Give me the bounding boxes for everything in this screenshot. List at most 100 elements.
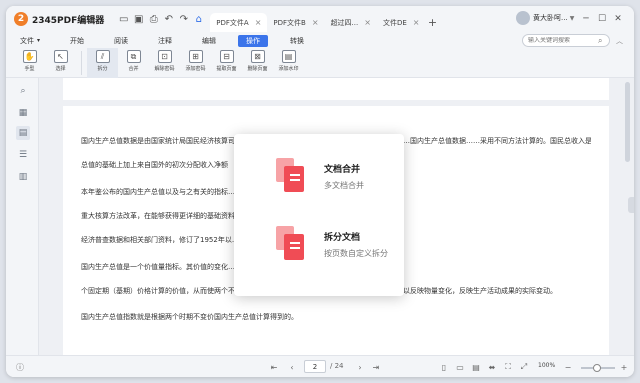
remove-password-button[interactable]: ⊡ 解除密码 [149,48,180,72]
tab-label: PDF文件B [273,18,306,27]
menu-operate[interactable]: 操作 [238,34,269,47]
fullscreen-icon[interactable]: ⤢ [518,361,530,373]
zoom-slider-thumb[interactable] [593,364,601,372]
close-icon[interactable]: × [312,18,319,27]
add-tab-icon[interactable]: + [425,13,439,32]
tool-label: 添加密码 [185,66,206,72]
page-total: / 24 [330,362,344,370]
next-page-icon[interactable]: › [354,361,366,373]
menu-file[interactable]: 文件 ▾ [12,35,48,47]
split-merge-popup: 文档合并 多文档合并 拆分文档 按页数自定义拆分 [234,134,404,296]
zoom-value[interactable]: 100% [538,362,555,369]
add-watermark-button[interactable]: ▤ 添加水印 [273,48,304,72]
fit-width-icon[interactable]: ⬌ [486,361,498,373]
option-subtitle: 多文档合并 [324,180,364,190]
menu-file-label: 文件 [20,36,34,45]
search-input[interactable] [528,37,598,44]
tool-label: 删除页面 [247,66,268,72]
menu-convert[interactable]: 转换 [282,35,312,47]
tool-label: 解除密码 [154,66,175,72]
tab-pdf-b[interactable]: PDF文件B × [267,13,324,32]
single-page-icon[interactable]: ▯ [438,361,450,373]
title-bar: 2 2345PDF编辑器 ▭ ▣ ⎙ ↶ ↷ ⌂ PDF文件A × PDF文件B… [6,6,634,32]
tab-pdf-a[interactable]: PDF文件A × [210,13,268,32]
delete-page-button[interactable]: ⊠ 删除页面 [242,48,273,72]
merge-icon: ⧉ [126,50,141,63]
chevron-down-icon: ▾ [37,37,41,44]
tool-label: 提取页面 [216,66,237,72]
folder-icon[interactable]: ▭ [116,12,131,26]
minimize-icon[interactable]: ─ [578,12,594,26]
menu-edit[interactable]: 编辑 [194,35,224,47]
page-number-input[interactable]: 2 [304,360,326,373]
tab-label: 超过四... [330,18,359,27]
app-title: 2345PDF编辑器 [32,15,105,26]
close-icon[interactable]: × [364,18,371,27]
merge-documents-option[interactable]: 文档合并 多文档合并 [234,146,404,206]
comments-icon[interactable]: ▤ [16,126,30,140]
close-icon[interactable]: × [413,18,420,27]
menu-bar: 文件 ▾ 开始 阅读 注释 编辑 操作 转换 ⌕ ︿ [6,33,634,48]
right-panel-toggle[interactable] [628,197,634,213]
app-window: 2 2345PDF编辑器 ▭ ▣ ⎙ ↶ ↷ ⌂ PDF文件A × PDF文件B… [6,6,634,377]
hand-tool-button[interactable]: ✋ 手型 [14,48,45,72]
redo-icon[interactable]: ↷ [176,12,191,26]
tool-label: 合并 [128,66,139,72]
menu-annotate[interactable]: 注释 [150,35,180,47]
previous-page-icon[interactable]: ‹ [286,361,298,373]
info-icon[interactable]: ⓘ [14,361,26,373]
close-icon[interactable]: × [255,18,262,27]
ribbon-divider [81,51,82,75]
menu-read[interactable]: 阅读 [106,35,136,47]
split-document-option[interactable]: 拆分文档 按页数自定义拆分 [234,214,404,274]
user-menu[interactable]: 黄大卧呵... ▼ [516,11,574,25]
quick-access-toolbar: ▭ ▣ ⎙ ↶ ↷ ⌂ [116,12,206,26]
tool-label: 选择 [55,66,66,72]
first-page-icon[interactable]: ⇤ [268,361,280,373]
tool-label: 拆分 [97,66,108,72]
undo-icon[interactable]: ↶ [161,12,176,26]
continuous-icon[interactable]: ▤ [470,361,482,373]
tab-file-de[interactable]: 文件DE × [377,13,426,32]
select-tool-button[interactable]: ↖ 选择 [45,48,76,72]
search-icon[interactable]: ⌕ [16,84,30,98]
search-box: ⌕ [522,34,610,47]
add-password-button[interactable]: ⊞ 添加密码 [180,48,211,72]
window-controls: ─ ☐ ✕ [578,12,626,26]
zoom-out-icon[interactable]: − [562,361,574,373]
merge-document-icon [270,156,310,196]
menu-start[interactable]: 开始 [62,35,92,47]
close-window-icon[interactable]: ✕ [610,12,626,26]
delete-page-icon: ⊠ [250,50,265,63]
extract-page-button[interactable]: ⊟ 提取页面 [211,48,242,72]
double-page-icon[interactable]: ▭ [454,361,466,373]
merge-button[interactable]: ⧉ 合并 [118,48,149,72]
tab-long-name[interactable]: 超过四... × [325,13,377,32]
open-folder-icon[interactable]: ▣ [131,12,146,26]
avatar [516,11,530,25]
outline-icon[interactable]: ☰ [16,148,30,162]
watermark-icon: ▤ [281,50,296,63]
status-bar: ⓘ ⇤ ‹ 2 / 24 › ⇥ ▯ ▭ ▤ ⬌ ⛶ ⤢ 100% − + [6,355,634,377]
ribbon-toolbar: ✋ 手型 ↖ 选择 ⫽ 拆分 ⧉ 合并 ⊡ 解除密码 ⊞ 添加密码 ⊟ 提取页面 [6,48,634,78]
vertical-scrollbar[interactable] [625,82,630,162]
chevron-down-icon: ▼ [569,14,575,22]
split-document-icon [270,224,310,264]
chevron-up-icon[interactable]: ︿ [616,36,623,46]
previous-page [63,78,609,100]
print-icon[interactable]: ⎙ [146,12,161,26]
last-page-icon[interactable]: ⇥ [370,361,382,373]
fit-page-icon[interactable]: ⛶ [502,361,514,373]
zoom-in-icon[interactable]: + [618,361,630,373]
search-icon[interactable]: ⌕ [598,36,602,46]
hand-icon: ✋ [22,50,37,63]
tool-label: 手型 [24,66,35,72]
thumbnails-icon[interactable]: ▦ [16,106,30,120]
bookmark-icon[interactable]: ▥ [16,170,30,184]
split-button[interactable]: ⫽ 拆分 [87,48,118,78]
extract-page-icon: ⊟ [219,50,234,63]
home-icon[interactable]: ⌂ [191,12,206,26]
option-subtitle: 按页数自定义拆分 [324,248,388,258]
maximize-icon[interactable]: ☐ [594,12,610,26]
document-tabs: PDF文件A × PDF文件B × 超过四... × 文件DE × + [210,6,439,32]
